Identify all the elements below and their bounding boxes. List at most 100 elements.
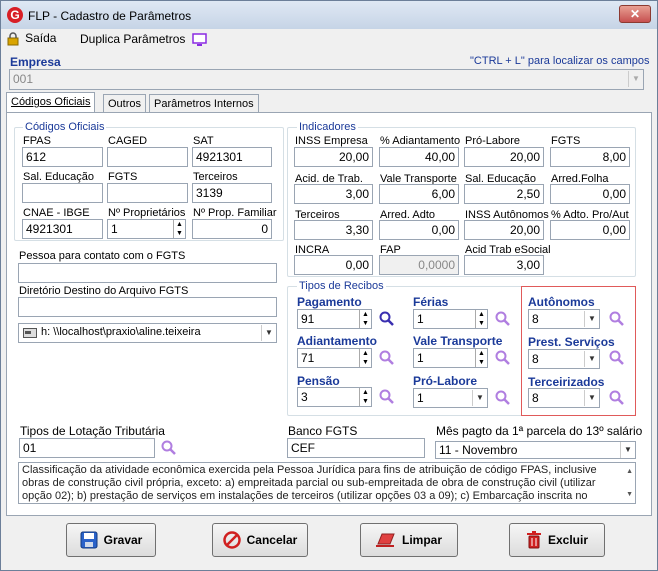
terceiros-pct-input[interactable]: 3,30 (294, 220, 373, 240)
terceirizados-select[interactable]: 8 ▼ (528, 388, 600, 408)
pensao-stepper[interactable]: 3 ▲ ▼ (297, 387, 372, 407)
adiantamento-label: Adiantamento (297, 334, 378, 348)
tab-codigos-oficiais[interactable]: Códigos Oficiais (6, 92, 96, 113)
eraser-icon (375, 533, 395, 547)
pro-labore-recibo-select[interactable]: 1 ▼ (413, 388, 488, 408)
duplicate-button[interactable]: Duplica Parâmetros (80, 32, 208, 47)
spin-icon[interactable]: ▲ ▼ (359, 388, 371, 406)
search-icon[interactable] (609, 390, 625, 406)
lotacao-input[interactable]: 01 (19, 438, 155, 458)
mes-13-value: 11 - Novembro (439, 443, 518, 457)
cancel-button[interactable]: Cancelar (212, 523, 308, 557)
contato-input[interactable] (18, 263, 277, 283)
app-logo-icon: G (7, 7, 23, 23)
vale-transporte-stepper[interactable]: 1 ▲ ▼ (413, 348, 488, 368)
arred-adto-input[interactable]: 0,00 (379, 220, 459, 240)
delete-label: Excluir (547, 533, 589, 547)
num-proprietarios-stepper[interactable]: 1 ▲ ▼ (107, 219, 186, 239)
adiantamento-value: 71 (301, 351, 315, 365)
diretorio-input[interactable] (18, 297, 277, 317)
drive-select[interactable]: h: \\localhost\praxio\aline.teixeira ▼ (18, 323, 277, 343)
acid-esocial-input[interactable]: 3,00 (464, 255, 544, 275)
caged-label: CAGED (108, 135, 148, 147)
chevron-down-icon: ▼ (472, 390, 487, 406)
contato-label: Pessoa para contato com o FGTS (19, 250, 186, 262)
pensao-value: 3 (301, 390, 308, 404)
delete-button[interactable]: Excluir (509, 523, 605, 557)
arred-folha-input[interactable]: 0,00 (550, 184, 630, 204)
sal-educacao-pct-input[interactable]: 2,50 (464, 184, 544, 204)
fgts-pct-input[interactable]: 8,00 (550, 147, 630, 167)
save-label: Gravar (103, 533, 143, 547)
prest-servicos-value: 8 (532, 352, 539, 366)
scroll-down-icon[interactable]: ▼ (626, 488, 633, 501)
caged-input[interactable] (107, 147, 188, 167)
cnae-label: CNAE - IBGE (23, 207, 90, 219)
acid-trab-input[interactable]: 3,00 (294, 184, 373, 204)
duplicate-label: Duplica Parâmetros (80, 32, 186, 46)
exit-button[interactable]: Saída (6, 31, 56, 46)
sat-input[interactable]: 4921301 (192, 147, 272, 167)
search-icon[interactable] (609, 350, 625, 366)
autonomos-select[interactable]: 8 ▼ (528, 309, 600, 329)
close-button[interactable]: ✕ (619, 5, 651, 23)
adiantamento-pct-input[interactable]: 40,00 (379, 147, 459, 167)
vale-transporte-value: 1 (417, 351, 424, 365)
terceiros-input[interactable]: 3139 (192, 183, 272, 203)
sal-educacao-label: Sal. Educação (23, 171, 94, 183)
tab-parametros-internos[interactable]: Parâmetros Internos (149, 94, 259, 113)
search-icon[interactable] (379, 350, 395, 366)
tab-outros[interactable]: Outros (103, 94, 147, 113)
adiantamento-stepper[interactable]: 71 ▲ ▼ (297, 348, 372, 368)
empresa-value: 001 (13, 72, 34, 86)
vale-transporte-pct-input[interactable]: 6,00 (379, 184, 459, 204)
pro-labore-input[interactable]: 20,00 (464, 147, 544, 167)
spin-icon[interactable]: ▲ ▼ (475, 349, 487, 367)
clear-button[interactable]: Limpar (360, 523, 458, 557)
banco-fgts-input[interactable]: CEF (287, 438, 425, 458)
mes-13-select[interactable]: 11 - Novembro ▼ (435, 441, 636, 459)
pagamento-stepper[interactable]: 91 ▲ ▼ (297, 309, 372, 329)
scroll-up-icon[interactable]: ▲ (626, 465, 633, 478)
num-prop-familiar-label: Nº Prop. Familiar (193, 207, 277, 219)
ferias-value: 1 (417, 312, 424, 326)
incra-input[interactable]: 0,00 (294, 255, 373, 275)
cnae-input[interactable]: 4921301 (22, 219, 103, 239)
search-icon[interactable] (495, 390, 511, 406)
chevron-down-icon: ▼ (584, 311, 599, 327)
info-textarea[interactable]: Classificação da atividade econômica exe… (18, 462, 636, 504)
chevron-down-icon: ▼ (628, 71, 643, 87)
adto-pro-aut-input[interactable]: 0,00 (550, 220, 630, 240)
empresa-select[interactable]: 001 ▼ (9, 69, 644, 90)
spin-icon[interactable]: ▲ ▼ (475, 310, 487, 328)
exit-label: Saída (25, 31, 57, 45)
search-icon[interactable] (379, 311, 395, 327)
ferias-label: Férias (413, 295, 449, 309)
fap-input[interactable]: 0,0000 (379, 255, 459, 275)
mes-13-label: Mês pagto da 1ª parcela do 13º salário (436, 424, 643, 438)
cancel-label: Cancelar (246, 533, 298, 547)
chevron-down-icon: ▼ (584, 351, 599, 367)
search-icon[interactable] (609, 311, 625, 327)
search-icon[interactable] (379, 389, 395, 405)
fgts-pct-label: FGTS (551, 135, 581, 147)
save-button[interactable]: Gravar (66, 523, 156, 557)
ferias-stepper[interactable]: 1 ▲ ▼ (413, 309, 488, 329)
lock-icon (7, 32, 19, 46)
sal-educacao-input[interactable] (22, 183, 103, 203)
fpas-input[interactable]: 612 (22, 147, 103, 167)
search-icon[interactable] (495, 350, 511, 366)
autonomos-value: 8 (532, 312, 539, 326)
inss-empresa-label: INSS Empresa (295, 135, 368, 147)
clear-label: Limpar (401, 533, 442, 547)
search-icon[interactable] (495, 311, 511, 327)
spin-icon[interactable]: ▲ ▼ (359, 310, 371, 328)
inss-autonomos-input[interactable]: 20,00 (464, 220, 544, 240)
inss-empresa-input[interactable]: 20,00 (294, 147, 373, 167)
spin-icon[interactable]: ▲ ▼ (359, 349, 371, 367)
num-prop-familiar-input[interactable]: 0 (192, 219, 272, 239)
prest-servicos-select[interactable]: 8 ▼ (528, 349, 600, 369)
fgts-input[interactable] (107, 183, 188, 203)
spin-icon[interactable]: ▲ ▼ (173, 220, 185, 238)
search-icon[interactable] (161, 440, 177, 456)
